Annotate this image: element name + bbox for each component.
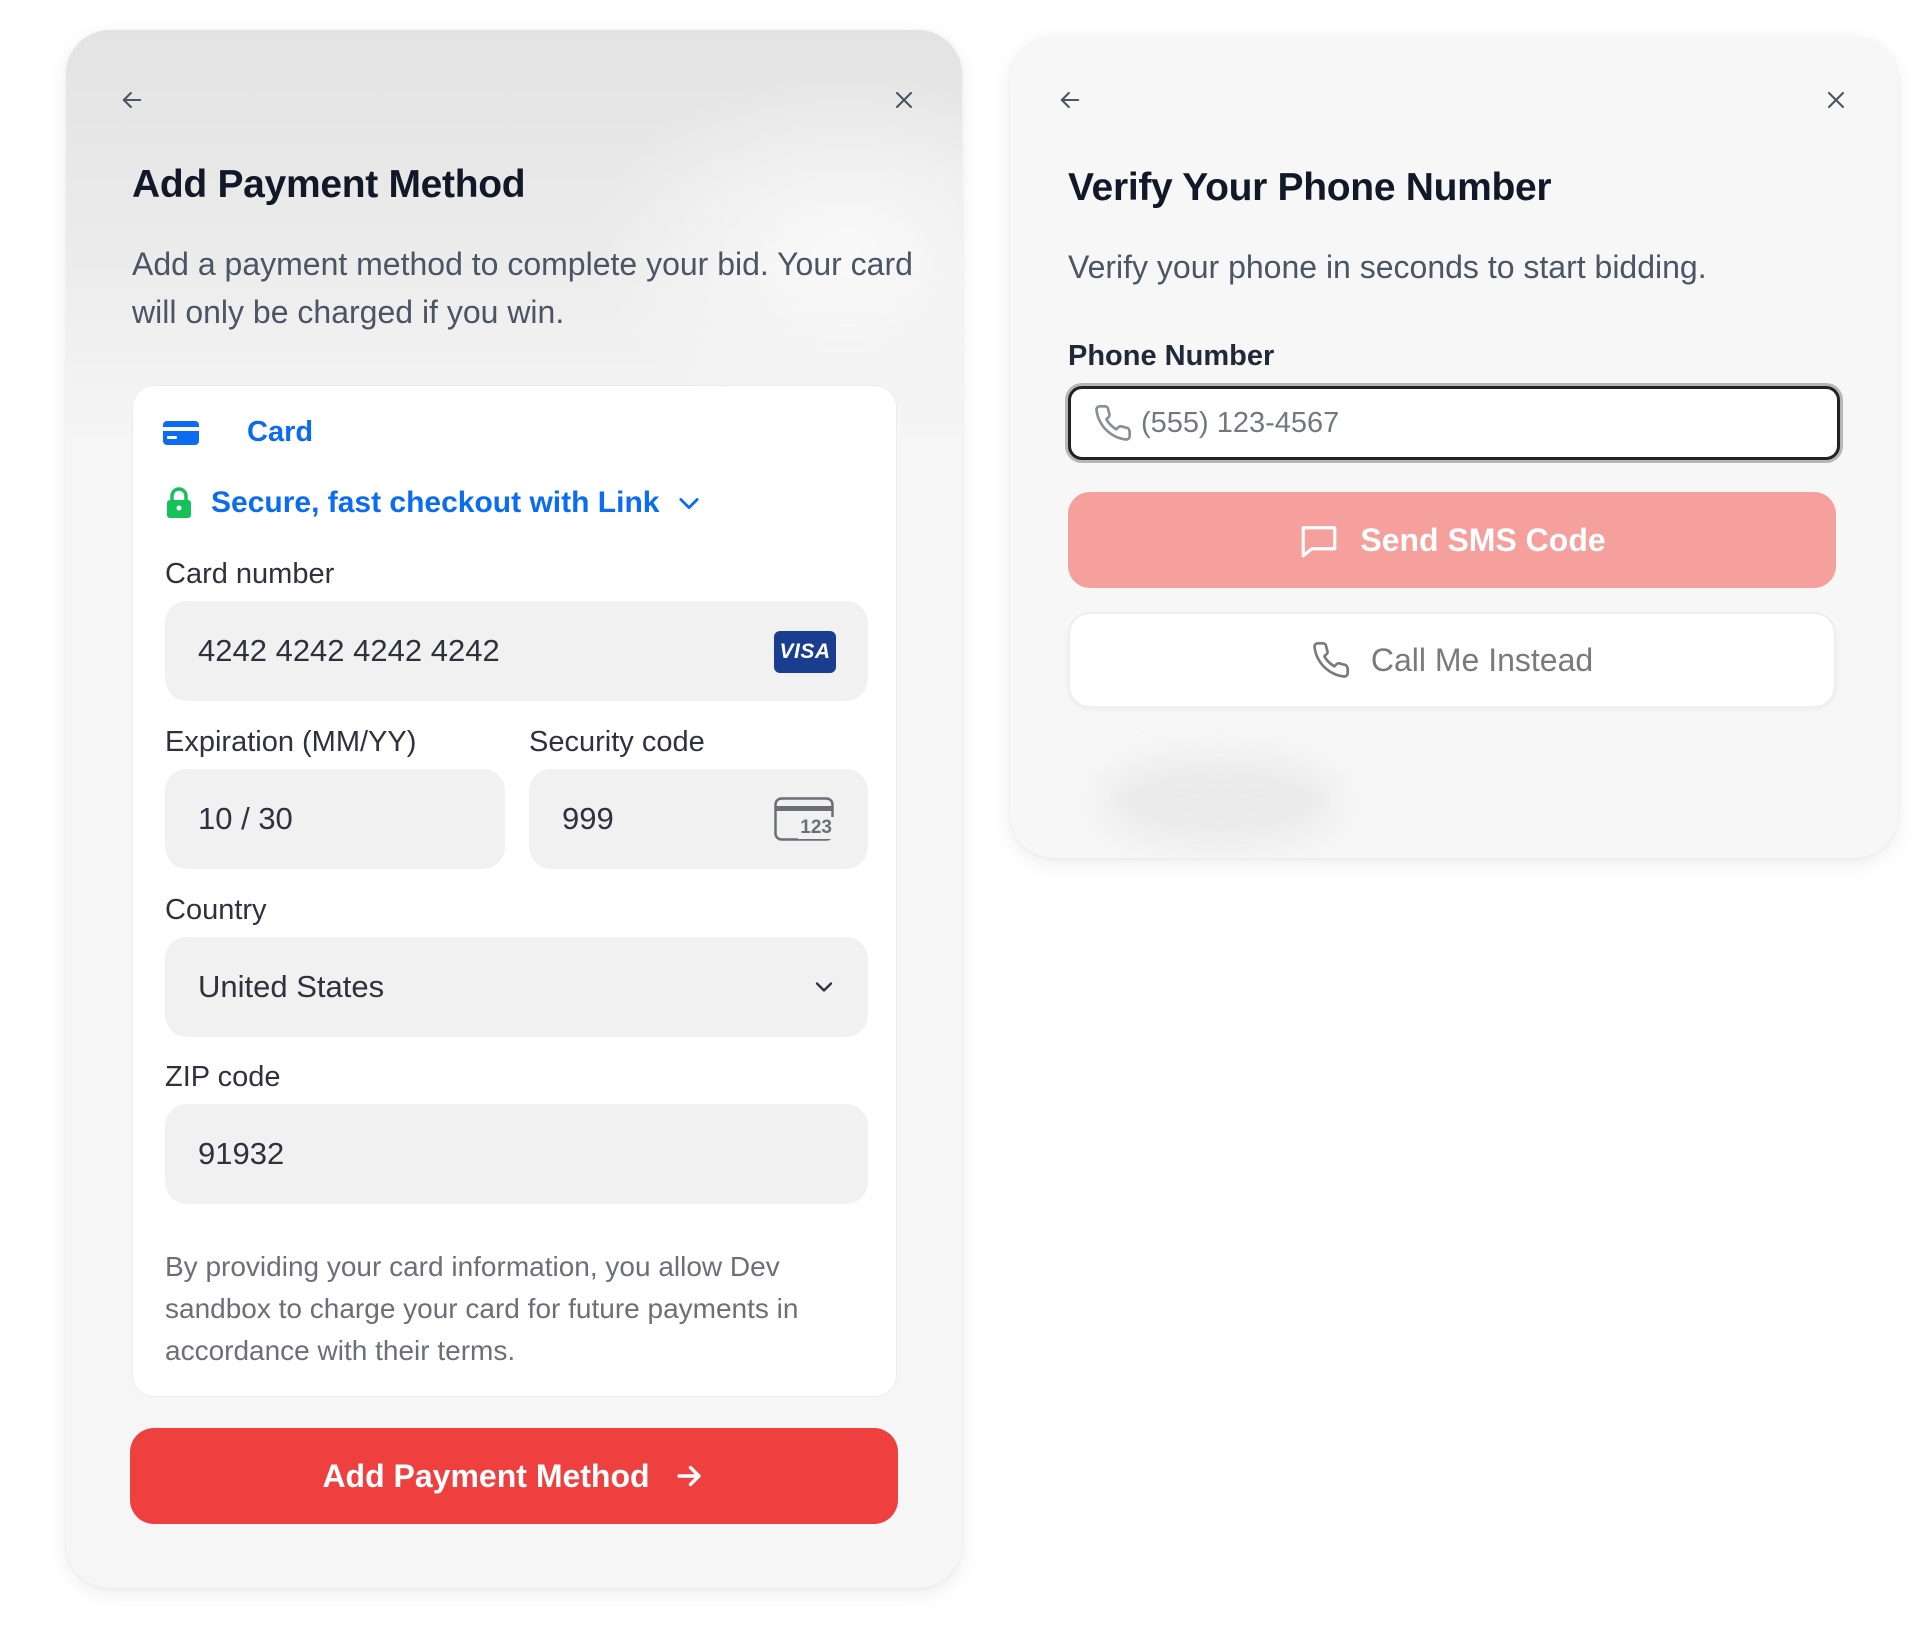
- country-value: United States: [198, 969, 385, 1004]
- tab-card[interactable]: Card: [163, 416, 313, 449]
- cvc-icon-text: 123: [798, 817, 834, 839]
- card-number-label: Card number: [165, 558, 335, 590]
- security-code-field[interactable]: 999 123: [529, 769, 868, 869]
- tab-card-label: Card: [247, 416, 314, 448]
- send-sms-code-label: Send SMS Code: [1360, 521, 1606, 558]
- phone-icon: [1095, 404, 1132, 441]
- country-select[interactable]: United States: [165, 937, 868, 1037]
- credit-card-icon: [163, 420, 199, 445]
- add-payment-method-button[interactable]: Add Payment Method: [130, 1428, 898, 1524]
- send-sms-code-button[interactable]: Send SMS Code: [1068, 492, 1836, 588]
- blurred-backdrop: [1100, 756, 1340, 846]
- close-button[interactable]: [882, 78, 926, 122]
- expiration-value: 10 / 30: [198, 801, 293, 836]
- arrow-left-icon: [122, 91, 142, 109]
- page-title: Verify Your Phone Number: [1068, 166, 1552, 209]
- card-number-value: 4242 4242 4242 4242: [198, 633, 500, 668]
- message-icon: [1301, 526, 1337, 558]
- zip-label: ZIP code: [165, 1061, 281, 1093]
- zip-value: 91932: [198, 1136, 285, 1171]
- call-me-instead-label: Call Me Instead: [1370, 641, 1594, 678]
- arrow-right-icon: [676, 1465, 701, 1487]
- zip-field[interactable]: 91932: [165, 1104, 868, 1204]
- payment-form-card: Card Secure, fast checkout with Link Car…: [132, 385, 897, 1397]
- back-button[interactable]: [1048, 78, 1092, 122]
- add-payment-modal: Add Payment Method Add a payment method …: [66, 30, 962, 1588]
- close-icon: [1827, 91, 1845, 109]
- close-button[interactable]: [1814, 78, 1858, 122]
- lock-icon: [167, 487, 191, 518]
- phone-number-label: Phone Number: [1068, 340, 1275, 372]
- call-me-instead-button[interactable]: Call Me Instead: [1068, 612, 1836, 708]
- phone-number-field[interactable]: [1068, 386, 1840, 460]
- page-description: Verify your phone in seconds to start bi…: [1068, 249, 1707, 285]
- security-code-label: Security code: [529, 726, 705, 758]
- link-checkout-label: Secure, fast checkout with Link: [211, 486, 660, 519]
- cvc-card-icon: 123: [774, 797, 834, 841]
- chevron-down-icon: [679, 498, 700, 510]
- expiration-field[interactable]: 10 / 30: [165, 769, 505, 869]
- expiration-label: Expiration (MM/YY): [165, 726, 417, 758]
- security-code-value: 999: [562, 801, 614, 836]
- link-checkout-toggle[interactable]: Secure, fast checkout with Link: [165, 486, 703, 520]
- phone-icon: [1312, 641, 1349, 678]
- chevron-down-icon: [815, 982, 833, 992]
- disclaimer-text: By providing your card information, you …: [165, 1251, 799, 1366]
- close-icon: [895, 91, 913, 109]
- visa-logo: VISA: [774, 631, 836, 673]
- arrow-left-icon: [1060, 91, 1080, 109]
- page-title: Add Payment Method: [132, 163, 526, 206]
- phone-number-input[interactable]: [1141, 406, 1781, 440]
- card-number-field[interactable]: 4242 4242 4242 4242 VISA: [165, 601, 868, 701]
- verify-phone-modal: Verify Your Phone Number Verify your pho…: [1010, 36, 1898, 858]
- country-label: Country: [165, 894, 267, 926]
- page-description: Add a payment method to complete your bi…: [132, 246, 913, 330]
- back-button[interactable]: [110, 78, 154, 122]
- add-payment-method-label: Add Payment Method: [322, 1457, 650, 1494]
